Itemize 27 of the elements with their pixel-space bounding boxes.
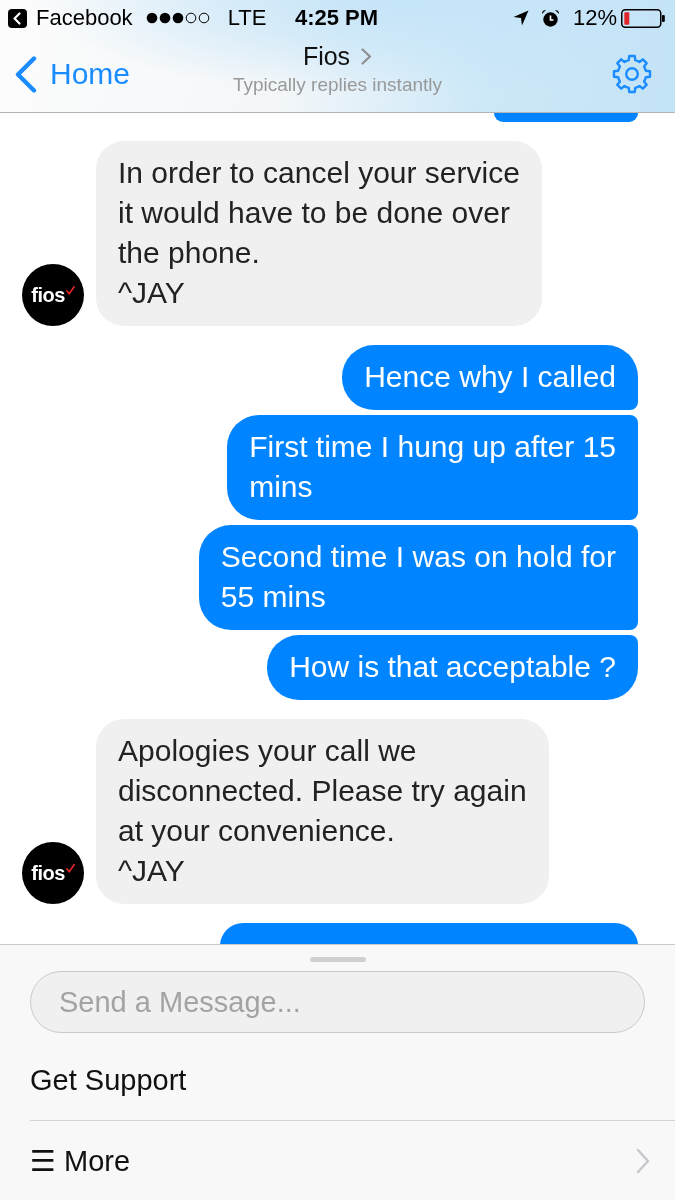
message-bubble: First time I hung up after 15 mins: [227, 415, 638, 520]
logo-text: fios: [31, 283, 65, 307]
chevron-right-icon: [361, 48, 373, 65]
contact-name-button[interactable]: Fios: [302, 42, 373, 71]
battery-percentage: 12%: [572, 5, 617, 31]
network-type: LTE: [227, 5, 267, 31]
chevron-left-icon: [15, 55, 37, 93]
message-bubble: In order to cancel your service it would have to be done over the phone. ^JAY: [96, 141, 542, 326]
signal-strength-icon: [145, 12, 210, 24]
settings-icon[interactable]: [612, 54, 652, 94]
menu-item[interactable]: ☰ More: [30, 1121, 675, 1200]
status-subtitle: Typically replies instantly: [232, 74, 443, 96]
message-bubble: Apologies your call we disconnected. Please try again at your convenience. ^JAY: [96, 719, 549, 904]
back-to-app-link[interactable]: Facebook: [8, 5, 133, 31]
menu-item[interactable]: Get Support: [30, 1041, 675, 1121]
battery-icon: [621, 8, 665, 28]
drag-handle[interactable]: [309, 957, 366, 962]
logo-text: fios: [31, 861, 65, 885]
message-bubble: How is that acceptable ?: [267, 635, 638, 700]
alarm-clock-icon: [540, 8, 560, 28]
location-arrow-icon: [512, 10, 529, 26]
checkmark-icon: [65, 864, 75, 873]
message-input[interactable]: Send a Message...: [30, 971, 645, 1033]
message-bubble: Second time I was on hold for 55 mins: [198, 525, 638, 630]
checkmark-icon: [65, 286, 75, 295]
message-bubble: Hence why I called: [342, 345, 638, 410]
status-time: 4:25 PM: [294, 5, 379, 30]
